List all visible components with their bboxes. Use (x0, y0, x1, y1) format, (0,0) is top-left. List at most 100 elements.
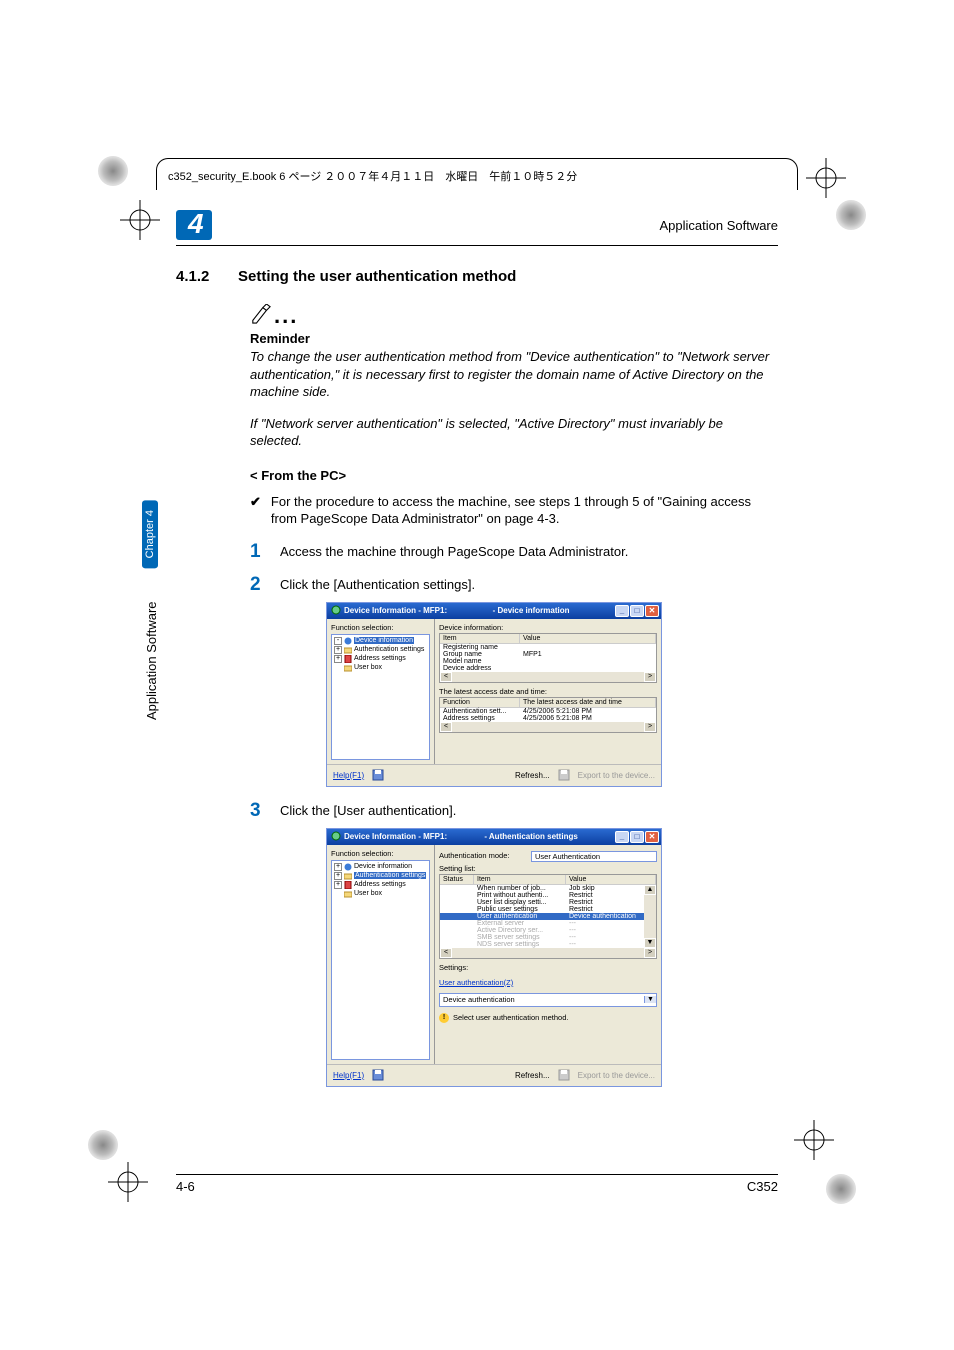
tree-item-device-info[interactable]: + Device information (334, 863, 427, 871)
registration-mark-icon (108, 1162, 148, 1202)
expand-icon[interactable]: - (334, 637, 342, 645)
user-authentication-link[interactable]: User authentication(Z) (439, 978, 657, 987)
help-link[interactable]: Help(F1) (333, 771, 364, 780)
reminder-text-1: To change the user authentication method… (250, 348, 778, 401)
side-label: Application Software (144, 580, 159, 720)
check-text: For the procedure to access the machine,… (271, 493, 778, 528)
scroll-right-icon[interactable]: > (644, 672, 656, 682)
globe-icon (331, 605, 341, 617)
registration-mark-icon (794, 1120, 834, 1160)
setting-list-label: Setting list: (439, 864, 657, 873)
scroll-left-icon[interactable]: < (440, 722, 452, 732)
col-function[interactable]: Function (440, 698, 520, 707)
export-button: Export to the device... (578, 1071, 655, 1080)
h-scrollbar[interactable]: < > (440, 948, 656, 958)
lightbulb-icon: ! (439, 1013, 449, 1023)
box-icon (344, 664, 352, 672)
ellipsis-icon: ... (274, 303, 298, 328)
tree-item-address-settings[interactable]: + Address settings (334, 655, 427, 663)
function-tree[interactable]: + Device information + Authentication se… (331, 860, 430, 1060)
close-button[interactable]: ✕ (645, 605, 659, 617)
box-icon (344, 890, 352, 898)
chapter-badge: 4 (176, 210, 212, 240)
screenshot-device-info: Device Information - MFP1: - Device info… (326, 602, 662, 787)
col-status[interactable]: Status (440, 875, 474, 884)
disk-icon (558, 1069, 570, 1081)
window-titlebar[interactable]: Device Information - MFP1: - Device info… (327, 603, 661, 619)
col-value[interactable]: Value (566, 875, 656, 884)
tree-item-user-box[interactable]: User box (334, 890, 427, 898)
running-head: Application Software (659, 218, 778, 233)
chevron-down-icon[interactable]: ▼ (644, 996, 656, 1003)
table-row[interactable]: User list display setti...Restrict (440, 899, 644, 906)
tree-item-auth-settings[interactable]: + Authentication settings (334, 646, 427, 654)
window-subtitle: - Device information (447, 606, 615, 615)
expand-icon[interactable]: + (334, 872, 342, 880)
step-text-1: Access the machine through PageScope Dat… (280, 542, 628, 561)
book-icon (344, 881, 352, 889)
scroll-left-icon[interactable]: < (440, 672, 452, 682)
col-date[interactable]: The latest access date and time (520, 698, 656, 707)
step-text-3: Click the [User authentication]. (280, 801, 456, 820)
col-value[interactable]: Value (520, 634, 656, 643)
maximize-button[interactable]: □ (630, 831, 644, 843)
step-number-3: 3 (250, 801, 280, 820)
scroll-left-icon[interactable]: < (440, 948, 452, 958)
minimize-button[interactable]: _ (615, 831, 629, 843)
close-button[interactable]: ✕ (645, 831, 659, 843)
table-row[interactable]: Public user settingsRestrict (440, 906, 644, 913)
table-row: Group nameMFP1 (440, 651, 656, 658)
disk-icon[interactable] (372, 1069, 384, 1081)
table-row[interactable]: Print without authenti...Restrict (440, 892, 644, 899)
function-tree[interactable]: - Device information + Authentication se… (331, 634, 430, 760)
scroll-up-icon[interactable]: ▲ (644, 885, 656, 895)
info-icon (344, 863, 352, 871)
hint-text: Select user authentication method. (453, 1013, 569, 1022)
window-title: Device Information - MFP1: (344, 832, 447, 841)
tree-item-address-settings[interactable]: + Address settings (334, 881, 427, 889)
auth-method-dropdown[interactable]: Device authentication ▼ (439, 993, 657, 1007)
table-row: Authentication sett...4/25/2006 5:21:08 … (440, 708, 656, 715)
latest-access-label: The latest access date and time: (439, 687, 657, 696)
setting-list-table[interactable]: Status Item Value When number of job...J… (439, 874, 657, 959)
reminder-text-2: If "Network server authentication" is se… (250, 415, 778, 450)
v-scrollbar[interactable]: ▲ ▼ (644, 885, 656, 948)
minimize-button[interactable]: _ (615, 605, 629, 617)
h-scrollbar[interactable]: < > (440, 672, 656, 682)
table-row: Active Directory ser...--- (440, 927, 644, 934)
tree-item-device-info[interactable]: - Device information (334, 637, 427, 645)
step-text-2: Click the [Authentication settings]. (280, 575, 475, 594)
expand-icon[interactable]: + (334, 655, 342, 663)
expand-icon[interactable]: + (334, 881, 342, 889)
col-item[interactable]: Item (474, 875, 566, 884)
disk-icon[interactable] (372, 769, 384, 781)
table-row: Registering name (440, 644, 656, 651)
col-item[interactable]: Item (440, 634, 520, 643)
scroll-right-icon[interactable]: > (644, 722, 656, 732)
expand-icon[interactable]: + (334, 646, 342, 654)
device-info-table: Item Value Registering name Group nameMF… (439, 633, 657, 683)
step-number-2: 2 (250, 575, 280, 594)
latest-access-table: Function The latest access date and time… (439, 697, 657, 733)
side-tab: Chapter 4 Application Software (142, 500, 164, 750)
side-chapter-badge: Chapter 4 (142, 500, 158, 568)
window-titlebar[interactable]: Device Information - MFP1: - Authenticat… (327, 829, 661, 845)
scroll-right-icon[interactable]: > (644, 948, 656, 958)
tree-item-user-box[interactable]: User box (334, 664, 427, 672)
tree-item-auth-settings[interactable]: + Authentication settings (334, 872, 427, 880)
help-link[interactable]: Help(F1) (333, 1071, 364, 1080)
table-row: SMB server settings--- (440, 934, 644, 941)
expand-icon[interactable]: + (334, 863, 342, 871)
reminder-label: Reminder (250, 331, 778, 346)
maximize-button[interactable]: □ (630, 605, 644, 617)
refresh-button[interactable]: Refresh... (515, 1071, 550, 1080)
refresh-button[interactable]: Refresh... (515, 771, 550, 780)
scroll-down-icon[interactable]: ▼ (644, 938, 656, 948)
table-row[interactable]: When number of job...Job skip (440, 885, 644, 892)
h-scrollbar[interactable]: < > (440, 722, 656, 732)
table-row: External server--- (440, 920, 644, 927)
info-icon (344, 637, 352, 645)
window-title: Device Information - MFP1: (344, 606, 447, 615)
folder-icon (344, 646, 352, 654)
table-row-selected[interactable]: User authenticationDevice authentication (440, 913, 644, 920)
